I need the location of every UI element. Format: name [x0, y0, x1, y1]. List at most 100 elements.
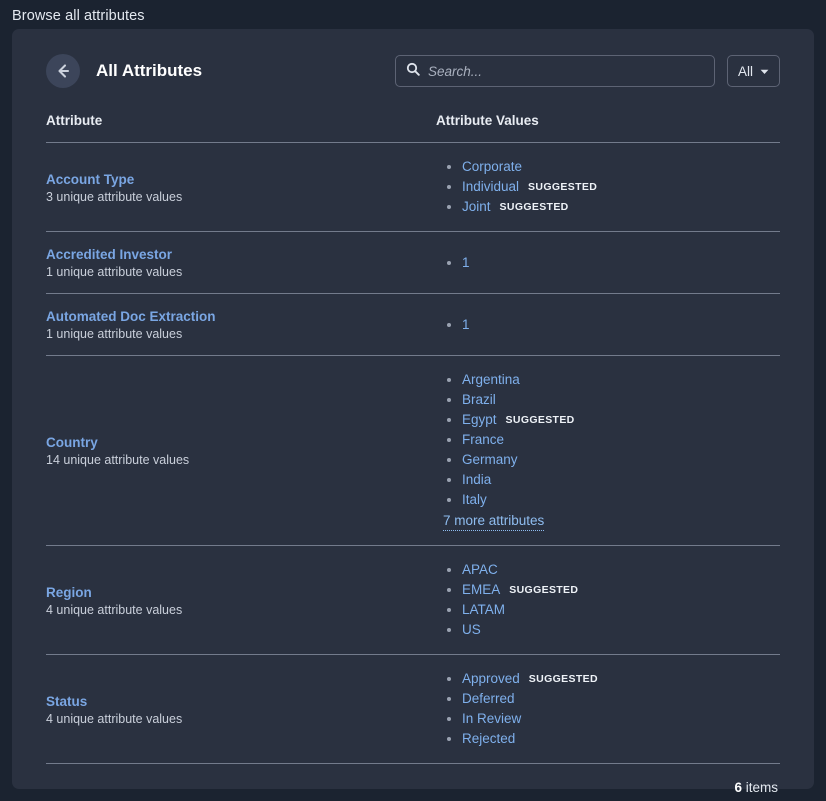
- attribute-value-item: Individual SUGGESTED: [436, 177, 780, 197]
- attribute-cell: Status 4 unique attribute values: [46, 654, 436, 763]
- chevron-down-icon: [760, 62, 769, 80]
- attribute-value-item: Corporate: [436, 157, 780, 177]
- attribute-value-link[interactable]: Italy: [462, 490, 487, 510]
- attribute-value-item: 1: [436, 253, 780, 273]
- attribute-value-item: LATAM: [436, 600, 780, 620]
- attribute-value-item: Deferred: [436, 689, 780, 709]
- arrow-left-icon: [54, 62, 72, 80]
- table-row: Accredited Investor 1 unique attribute va…: [46, 231, 780, 294]
- back-button[interactable]: [46, 54, 80, 88]
- attribute-value-link[interactable]: APAC: [462, 560, 498, 580]
- attribute-value-link[interactable]: Argentina: [462, 370, 520, 390]
- attributes-table-body: Account Type 3 unique attribute values Cor…: [46, 142, 780, 763]
- attribute-value-link[interactable]: 1: [462, 315, 470, 335]
- search-icon: [406, 62, 420, 81]
- filter-dropdown[interactable]: All: [726, 55, 780, 87]
- attribute-value-item: EMEA SUGGESTED: [436, 580, 780, 600]
- attribute-values-cell: APAC EMEA SUGGESTED LATAM US: [436, 545, 780, 655]
- attribute-value-item: Approved SUGGESTED: [436, 669, 780, 689]
- attribute-cell: Automated Doc Extraction 1 unique attribu…: [46, 293, 436, 356]
- column-header-attribute-values: Attribute Values: [436, 113, 539, 128]
- attribute-value-count: 1 unique attribute values: [46, 265, 183, 279]
- table-row: Country 14 unique attribute values Argenti…: [46, 355, 780, 546]
- attribute-value-link[interactable]: Rejected: [462, 729, 515, 749]
- attribute-value-link[interactable]: Deferred: [462, 689, 515, 709]
- attribute-value-item: Joint SUGGESTED: [436, 197, 780, 217]
- attribute-value-item: Brazil: [436, 390, 780, 410]
- table-row: Automated Doc Extraction 1 unique attribu…: [46, 293, 780, 356]
- header-controls: All: [394, 55, 780, 87]
- attribute-value-count: 3 unique attribute values: [46, 189, 183, 204]
- column-header-attribute: Attribute: [46, 113, 103, 128]
- attribute-value-link[interactable]: Egypt: [462, 410, 497, 430]
- attribute-value-link[interactable]: LATAM: [462, 600, 505, 620]
- card-title: All Attributes: [96, 61, 203, 80]
- attribute-values-cell: 1: [436, 231, 780, 294]
- attribute-values-list: Argentina Brazil Egypt SUGGESTED France Germa…: [436, 370, 780, 510]
- attribute-value-item: Rejected: [436, 729, 780, 749]
- table-header-row: Attribute Attribute Values: [46, 113, 780, 143]
- attribute-values-list: 1: [436, 253, 780, 273]
- table-row: Account Type 3 unique attribute values Cor…: [46, 142, 780, 232]
- attribute-name-link[interactable]: Status: [46, 694, 87, 709]
- page-title: Browse all attributes: [12, 8, 145, 24]
- attribute-name-link[interactable]: Country: [46, 435, 98, 450]
- attribute-value-item: 1: [436, 315, 780, 335]
- attribute-value-link[interactable]: EMEA: [462, 580, 500, 600]
- suggested-badge: SUGGESTED: [505, 414, 575, 426]
- suggested-badge: SUGGESTED: [528, 673, 598, 685]
- attributes-table: Attribute Attribute Values Account Type 3…: [46, 113, 780, 763]
- suggested-badge: SUGGESTED: [509, 584, 579, 596]
- attribute-name-link[interactable]: Accredited Investor: [46, 247, 172, 262]
- attribute-value-item: US: [436, 620, 780, 640]
- attribute-value-item: In Review: [436, 709, 780, 729]
- attribute-value-link[interactable]: Individual: [462, 177, 519, 197]
- footer-item-count: 6: [734, 780, 742, 795]
- attribute-value-link[interactable]: Corporate: [462, 157, 522, 177]
- attribute-values-list: 1: [436, 315, 780, 335]
- attribute-value-link[interactable]: In Review: [462, 709, 521, 729]
- more-attributes-link[interactable]: 7 more attributes: [443, 511, 545, 531]
- attribute-value-link[interactable]: Brazil: [462, 390, 496, 410]
- filter-dropdown-label: All: [737, 63, 753, 79]
- search-box[interactable]: [394, 55, 715, 87]
- attribute-value-item: India: [436, 470, 780, 490]
- attribute-cell: Region 4 unique attribute values: [46, 545, 436, 655]
- attribute-value-count: 4 unique attribute values: [46, 711, 183, 726]
- suggested-badge: SUGGESTED: [499, 201, 569, 213]
- attribute-value-link[interactable]: India: [462, 470, 491, 490]
- attribute-value-link[interactable]: France: [462, 430, 504, 450]
- attribute-cell: Account Type 3 unique attribute values: [46, 142, 436, 232]
- attribute-name-link[interactable]: Account Type: [46, 172, 134, 187]
- table-row: Region 4 unique attribute values APAC EMEA S…: [46, 545, 780, 655]
- attribute-value-link[interactable]: Approved: [462, 669, 520, 689]
- attribute-values-list: Approved SUGGESTED Deferred In Review Reject…: [436, 669, 780, 749]
- card-header: All Attributes All: [46, 29, 780, 113]
- search-input[interactable]: [427, 63, 704, 79]
- attribute-value-item: Argentina: [436, 370, 780, 390]
- attribute-value-link[interactable]: Joint: [462, 197, 491, 217]
- attribute-cell: Accredited Investor 1 unique attribute va…: [46, 231, 436, 294]
- attribute-values-cell: Argentina Brazil Egypt SUGGESTED France Germa…: [436, 355, 780, 546]
- attribute-value-item: France: [436, 430, 780, 450]
- attribute-value-item: APAC: [436, 560, 780, 580]
- attribute-values-cell: Approved SUGGESTED Deferred In Review Reject…: [436, 654, 780, 763]
- suggested-badge: SUGGESTED: [528, 181, 598, 193]
- attribute-value-link[interactable]: US: [462, 620, 481, 640]
- footer-item-label: items: [745, 780, 778, 795]
- attribute-value-count: 14 unique attribute values: [46, 453, 190, 467]
- attribute-name-link[interactable]: Region: [46, 585, 92, 600]
- attribute-values-cell: 1: [436, 293, 780, 356]
- attribute-value-item: Egypt SUGGESTED: [436, 410, 780, 430]
- attribute-value-link[interactable]: Germany: [462, 450, 518, 470]
- attribute-value-link[interactable]: 1: [462, 253, 470, 273]
- attribute-values-cell: Corporate Individual SUGGESTED Joint SUGGEST…: [436, 142, 780, 232]
- all-attributes-card: All Attributes All: [12, 29, 814, 795]
- table-footer: 6 items: [46, 763, 780, 795]
- attribute-values-list: Corporate Individual SUGGESTED Joint SUGGEST…: [436, 157, 780, 217]
- attribute-value-count: 1 unique attribute values: [46, 327, 183, 341]
- attribute-cell: Country 14 unique attribute values: [46, 355, 436, 546]
- attribute-value-count: 4 unique attribute values: [46, 602, 183, 617]
- attribute-value-item: Germany: [436, 450, 780, 470]
- attribute-name-link[interactable]: Automated Doc Extraction: [46, 309, 216, 324]
